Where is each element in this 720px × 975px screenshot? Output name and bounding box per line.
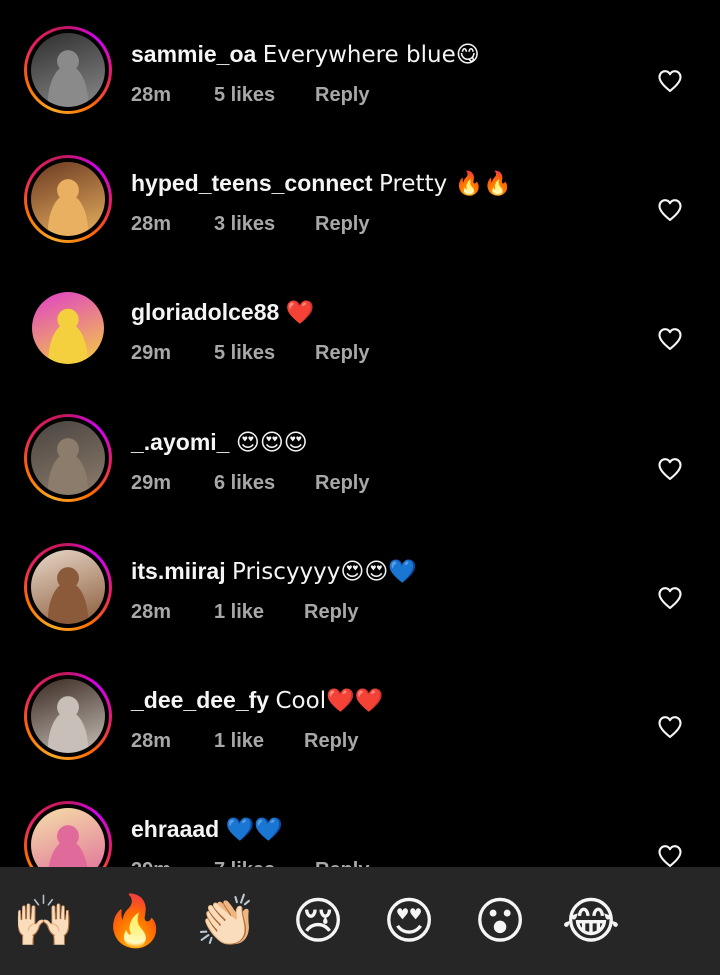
- avatar-image: [31, 550, 105, 624]
- clapping-hands-icon[interactable]: 👏🏻: [195, 891, 259, 951]
- comment-text: ❤️: [285, 300, 315, 326]
- comment-text: Pretty 🔥🔥: [378, 171, 512, 197]
- like-heart-icon[interactable]: [656, 713, 684, 741]
- quick-reaction-bar: 🙌🏻 🔥 👏🏻 😢 😍 😮 😂: [0, 867, 720, 975]
- like-heart-icon[interactable]: [656, 455, 684, 483]
- comment-item-2: hyped_teens_connect Pretty 🔥🔥 28m 3 like…: [0, 155, 720, 286]
- avatar-image: [31, 162, 105, 236]
- comment-time: 29m: [131, 858, 171, 867]
- comment-username[interactable]: its.miiraj: [131, 558, 226, 584]
- comment-time: 29m: [131, 472, 172, 494]
- comment-username[interactable]: sammie_oa: [131, 41, 256, 67]
- comment-item-7: ehraaad 💙💙 29m 7 likes Reply: [0, 801, 720, 867]
- comment-likes-count[interactable]: 1 like: [214, 600, 264, 624]
- comment-text: Cool❤️❤️: [275, 688, 384, 714]
- comment-line: _dee_dee_fy Cool❤️❤️: [131, 685, 383, 716]
- comment-item-5: its.miiraj Priscyyyy😍😍💙 28m 1 like Reply: [0, 543, 720, 674]
- comment-line: its.miiraj Priscyyyy😍😍💙: [131, 556, 417, 587]
- reply-button[interactable]: Reply: [315, 212, 369, 236]
- comment-time: 28m: [131, 213, 172, 235]
- comment-line: _.ayomi_ 😍😍😍: [131, 427, 308, 458]
- comment-line: sammie_oa Everywhere blue😋: [131, 39, 480, 70]
- avatar-image: [31, 679, 105, 753]
- comment-list[interactable]: sammie_oa Everywhere blue😋 28m 5 likes R…: [0, 0, 720, 867]
- comment-line: hyped_teens_connect Pretty 🔥🔥: [131, 168, 512, 199]
- comment-text: Everywhere blue😋: [262, 42, 480, 68]
- comment-likes-count[interactable]: 1 like: [214, 729, 264, 753]
- comment-username[interactable]: ehraaad: [131, 816, 219, 842]
- comment-username[interactable]: hyped_teens_connect: [131, 170, 373, 196]
- reply-button[interactable]: Reply: [304, 600, 358, 624]
- avatar[interactable]: [24, 672, 112, 760]
- comment-item-6: _dee_dee_fy Cool❤️❤️ 28m 1 like Reply: [0, 672, 720, 803]
- comment-likes-count[interactable]: 5 likes: [214, 83, 275, 107]
- comment-username[interactable]: gloriadolce88: [131, 299, 279, 325]
- comment-text: 😍😍😍: [235, 430, 308, 456]
- comment-username[interactable]: _.ayomi_: [131, 429, 229, 455]
- reply-button[interactable]: Reply: [315, 341, 369, 365]
- comment-line: gloriadolce88 ❤️: [131, 297, 314, 328]
- avatar-image: [31, 808, 105, 867]
- comment-likes-count[interactable]: 7 likes: [214, 858, 275, 867]
- like-heart-icon[interactable]: [656, 842, 684, 867]
- like-heart-icon[interactable]: [656, 196, 684, 224]
- tears-of-joy-icon[interactable]: 😂: [559, 891, 623, 951]
- comment-time: 28m: [131, 84, 172, 106]
- comment-line: ehraaad 💙💙: [131, 814, 283, 845]
- avatar-image: [32, 292, 104, 364]
- avatar[interactable]: [24, 543, 112, 631]
- heart-eyes-icon[interactable]: 😍: [377, 891, 441, 951]
- avatar[interactable]: [24, 801, 112, 867]
- comment-time: 28m: [131, 730, 172, 752]
- raising-hands-icon[interactable]: 🙌🏻: [12, 891, 76, 951]
- comment-item-3: gloriadolce88 ❤️ 29m 5 likes Reply: [0, 284, 720, 415]
- reply-button[interactable]: Reply: [315, 83, 369, 107]
- reply-button[interactable]: Reply: [315, 471, 369, 495]
- avatar[interactable]: [24, 26, 112, 114]
- comment-item-4: _.ayomi_ 😍😍😍 29m 6 likes Reply: [0, 414, 720, 545]
- comment-time: 28m: [131, 601, 172, 623]
- comment-likes-count[interactable]: 5 likes: [214, 341, 275, 365]
- surprised-face-icon[interactable]: 😮: [468, 891, 532, 951]
- comments-screen: sammie_oa Everywhere blue😋 28m 5 likes R…: [0, 0, 720, 975]
- reply-button[interactable]: Reply: [315, 858, 369, 867]
- comment-text: Priscyyyy😍😍💙: [232, 559, 417, 585]
- comment-time: 29m: [131, 342, 172, 364]
- comment-username[interactable]: _dee_dee_fy: [131, 687, 269, 713]
- reply-button[interactable]: Reply: [304, 729, 358, 753]
- avatar-image: [31, 33, 105, 107]
- avatar[interactable]: [24, 284, 112, 372]
- fire-icon[interactable]: 🔥: [103, 891, 167, 951]
- comment-likes-count[interactable]: 3 likes: [214, 212, 275, 236]
- comment-likes-count[interactable]: 6 likes: [214, 471, 275, 495]
- comment-item-1: sammie_oa Everywhere blue😋 28m 5 likes R…: [0, 26, 720, 157]
- avatar-image: [31, 421, 105, 495]
- avatar[interactable]: [24, 155, 112, 243]
- like-heart-icon[interactable]: [656, 325, 684, 353]
- crying-face-icon[interactable]: 😢: [286, 891, 350, 951]
- like-heart-icon[interactable]: [656, 584, 684, 612]
- like-heart-icon[interactable]: [656, 67, 684, 95]
- avatar[interactable]: [24, 414, 112, 502]
- comment-text: 💙💙: [225, 817, 283, 843]
